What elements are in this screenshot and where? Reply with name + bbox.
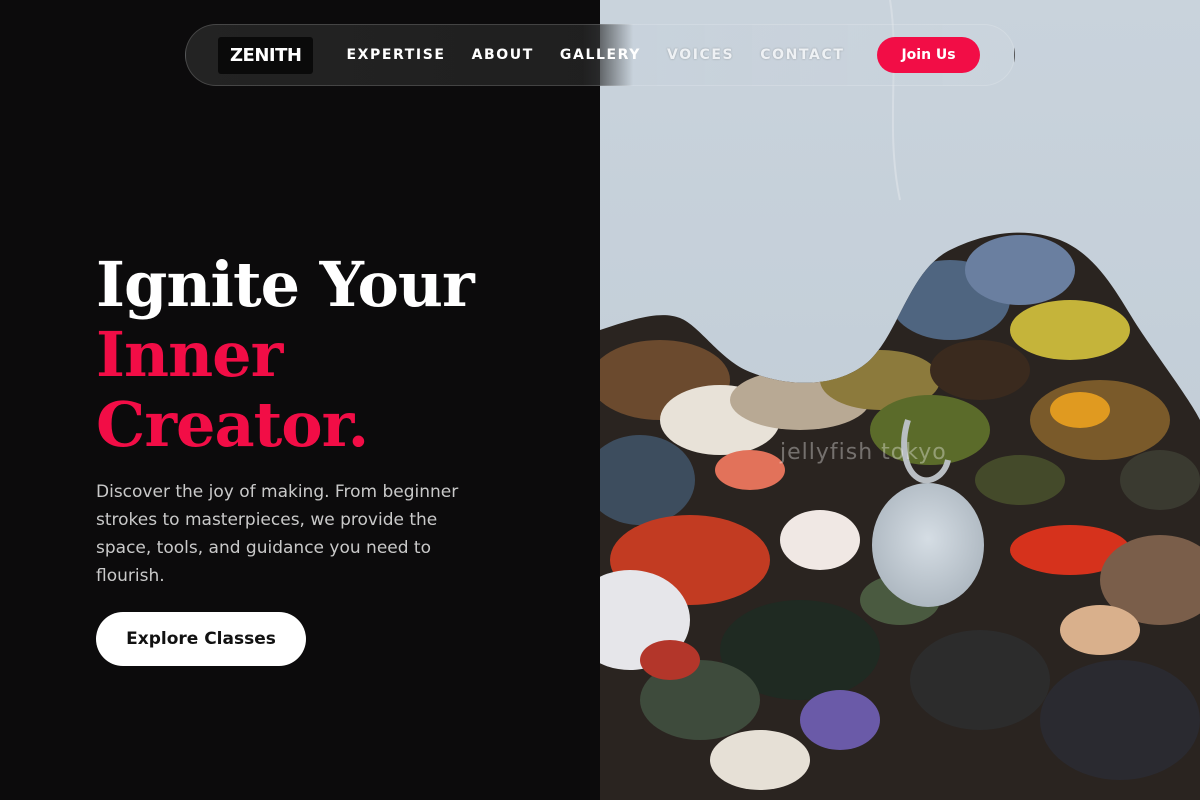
hero-title: Ignite Your Inner Creator.	[96, 250, 516, 460]
hero-description: Discover the joy of making. From beginne…	[96, 482, 459, 586]
nav-link-gallery[interactable]: GALLERY	[560, 47, 641, 63]
hero-title-line-3: Creator.	[96, 388, 369, 461]
nav-link-contact[interactable]: CONTACT	[760, 47, 844, 63]
hero-section: Ignite Your Inner Creator. Discover the …	[96, 250, 516, 666]
nav-link-expertise[interactable]: EXPERTISE	[346, 47, 445, 63]
main-nav: ZENITH EXPERTISE ABOUT GALLERY VOICES CO…	[185, 24, 1015, 86]
explore-classes-button[interactable]: Explore Classes	[96, 612, 306, 666]
paint-palette-illustration	[600, 0, 1200, 800]
landing-page: jellyfish tokyo ZENITH EXPERTISE ABOUT G…	[0, 0, 1200, 800]
join-us-button[interactable]: Join Us	[877, 37, 980, 73]
hero-image-paint-palette: jellyfish tokyo	[600, 0, 1200, 800]
hero-title-line-1: Ignite Your	[96, 248, 475, 321]
brand-logo[interactable]: ZENITH	[218, 36, 314, 74]
hero-title-line-2: Inner	[96, 318, 283, 391]
image-watermark: jellyfish tokyo	[780, 440, 947, 465]
nav-link-voices[interactable]: VOICES	[667, 47, 734, 63]
nav-link-about[interactable]: ABOUT	[472, 47, 534, 63]
